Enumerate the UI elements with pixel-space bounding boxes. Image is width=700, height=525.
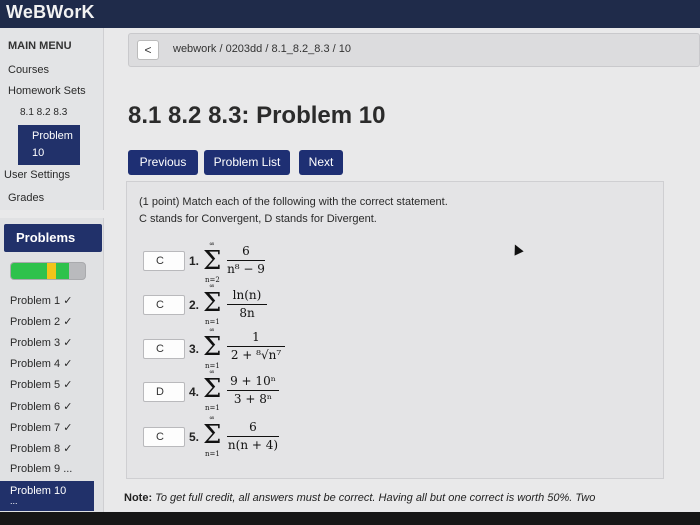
- problem-list-item[interactable]: Problem 7 ✓: [10, 421, 72, 434]
- denominator: 3 + 8ⁿ: [233, 392, 273, 406]
- item-number-5: 5.: [189, 430, 200, 444]
- sidebar-item-grades[interactable]: Grades: [8, 192, 44, 204]
- screen: WeBWorK MAIN MENU Courses Homework Sets …: [0, 0, 700, 525]
- item-number-1: 1.: [189, 254, 200, 268]
- top-bar: WeBWorK: [0, 0, 700, 28]
- progress-partial-fill: [46, 263, 57, 279]
- answer-input-2[interactable]: C: [143, 295, 185, 315]
- denominator: 8n: [239, 306, 255, 320]
- current-problem-sub: ...: [10, 496, 18, 506]
- answer-input-5[interactable]: C: [143, 427, 185, 447]
- denominator: n(n + 4): [227, 438, 279, 452]
- breadcrumb: < webwork / 0203dd / 8.1_8.2_8.3 / 10: [128, 33, 700, 67]
- main-menu-heading: MAIN MENU: [8, 40, 72, 52]
- intro-line-1: (1 point) Match each of the following wi…: [139, 196, 448, 208]
- previous-button[interactable]: Previous: [128, 150, 198, 175]
- problem-list-item[interactable]: Problem 6 ✓: [10, 400, 72, 413]
- fraction-bar: [227, 304, 267, 305]
- problem-list-item[interactable]: Problem 2 ✓: [10, 315, 72, 328]
- numerator: ln(n): [232, 288, 262, 302]
- next-button[interactable]: Next: [299, 150, 343, 175]
- sidebar-item-courses[interactable]: Courses: [8, 64, 49, 76]
- progress-correct-fill: [11, 263, 69, 279]
- sidebar-item-problem[interactable]: Problem 10: [18, 125, 80, 165]
- page-title: 8.1 8.2 8.3: Problem 10: [128, 102, 386, 129]
- problem-intro: (1 point) Match each of the following wi…: [139, 194, 448, 228]
- answer-input-4[interactable]: D: [143, 382, 185, 402]
- answer-input-3[interactable]: C: [143, 339, 185, 359]
- sigma-symbol: Σ: [203, 246, 222, 276]
- note-label: Note:: [124, 492, 153, 504]
- main-menu-sidebar: MAIN MENU Courses Homework Sets 8.1 8.2 …: [0, 28, 104, 210]
- bottom-edge: [0, 512, 700, 525]
- sigma-symbol: Σ: [203, 288, 222, 318]
- answer-input-1[interactable]: C: [143, 251, 185, 271]
- fraction-bar: [227, 436, 279, 437]
- back-button[interactable]: <: [137, 40, 159, 60]
- denominator: 2 + ⁸√n⁷: [230, 348, 282, 362]
- item-number-3: 3.: [189, 342, 200, 356]
- sidebar-item-user-settings[interactable]: User Settings: [4, 169, 70, 181]
- sidebar-item-set[interactable]: 8.1 8.2 8.3: [20, 107, 67, 118]
- fraction-bar: [227, 346, 285, 347]
- progress-bar: [10, 262, 86, 280]
- problem-list-item[interactable]: Problem 9 ...: [10, 463, 72, 475]
- fraction-bar: [227, 390, 279, 391]
- problem-list-item[interactable]: Problem 1 ✓: [10, 294, 72, 307]
- sidebar-item-homework-sets[interactable]: Homework Sets: [8, 85, 86, 97]
- problems-header: Problems: [4, 224, 102, 252]
- current-problem-label: Problem 10: [10, 485, 67, 497]
- problem-list-item[interactable]: Problem 5 ✓: [10, 378, 72, 391]
- item-number-4: 4.: [189, 385, 200, 399]
- problems-panel: Problems Problem 1 ✓ Problem 2 ✓ Problem…: [0, 218, 104, 525]
- problem-list-item[interactable]: Problem 3 ✓: [10, 336, 72, 349]
- brand-logo[interactable]: WeBWorK: [6, 2, 95, 23]
- sigma-symbol: Σ: [203, 420, 222, 450]
- problem-box: (1 point) Match each of the following wi…: [126, 181, 664, 479]
- sigma-symbol: Σ: [203, 374, 222, 404]
- fraction-bar: [227, 260, 265, 261]
- problem-list-button[interactable]: Problem List: [204, 150, 290, 175]
- sidebar-problem-label: Problem: [32, 130, 73, 142]
- breadcrumb-path: webwork / 0203dd / 8.1_8.2_8.3 / 10: [173, 43, 351, 55]
- lower-limit: n=1: [205, 404, 220, 412]
- lower-limit: n=1: [205, 318, 220, 326]
- credit-note: Note: To get full credit, all answers mu…: [124, 492, 595, 504]
- sigma-symbol: Σ: [203, 332, 222, 362]
- denominator: n⁸ − 9: [227, 262, 265, 276]
- problem-list-item[interactable]: Problem 8 ✓: [10, 442, 72, 455]
- item-number-2: 2.: [189, 298, 200, 312]
- note-text: To get full credit, all answers must be …: [152, 492, 596, 504]
- numerator: 6: [242, 244, 250, 258]
- sidebar-problem-number: 10: [32, 147, 45, 159]
- numerator: 1: [252, 330, 260, 344]
- intro-line-2: C stands for Convergent, D stands for Di…: [139, 213, 377, 225]
- numerator: 6: [249, 420, 257, 434]
- numerator: 9 + 10ⁿ: [230, 374, 276, 388]
- problem-list-item-current[interactable]: Problem 10 ...: [0, 481, 94, 511]
- problem-list-item[interactable]: Problem 4 ✓: [10, 357, 72, 370]
- lower-limit: n=1: [205, 450, 220, 458]
